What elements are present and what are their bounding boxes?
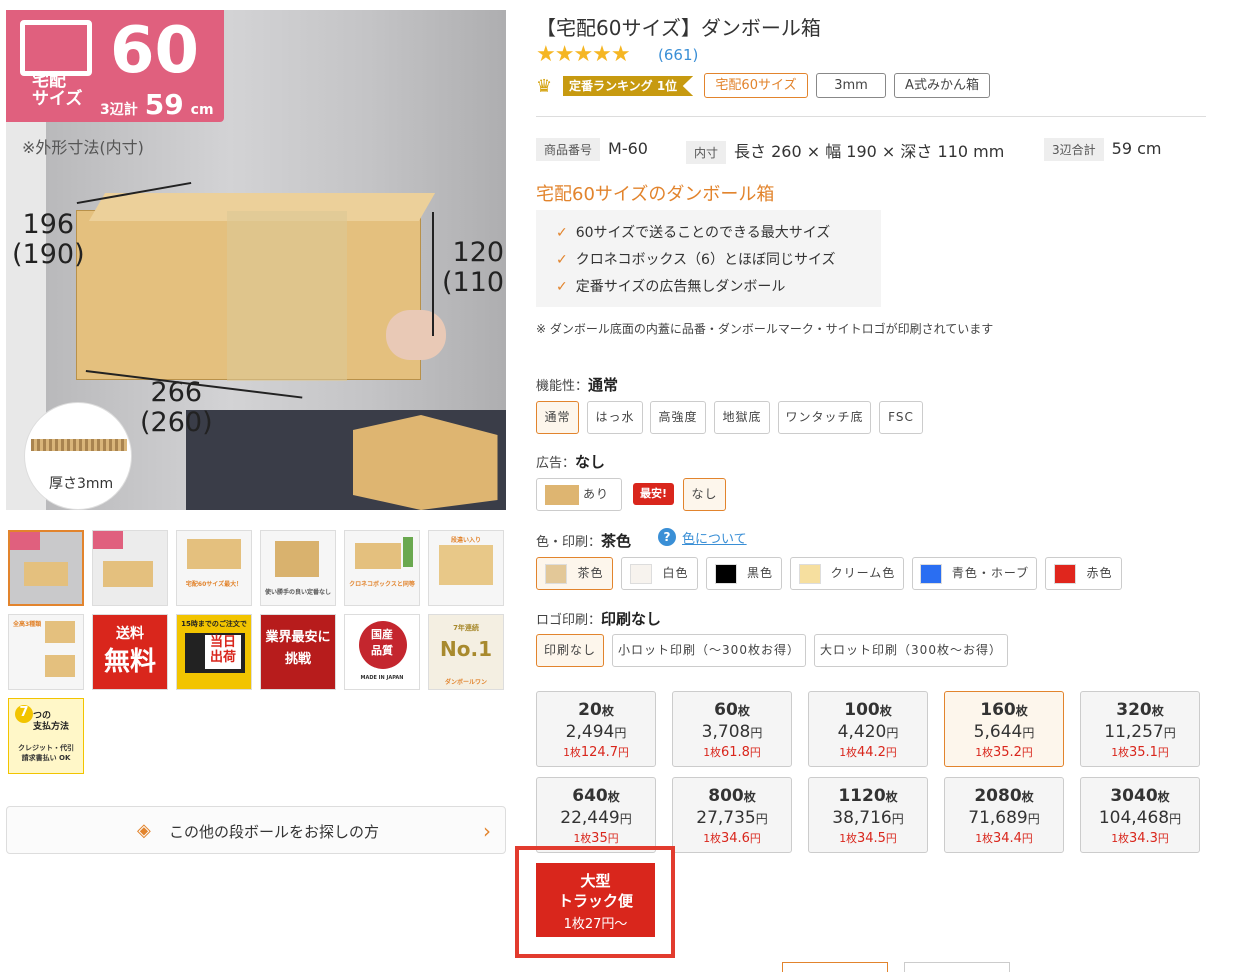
function-option-normal[interactable]: 通常 bbox=[536, 401, 579, 434]
function-option-waterproof[interactable]: はっ水 bbox=[587, 401, 643, 434]
thumbnail[interactable]: 7年連続 No.1 ダンボールワン bbox=[428, 614, 504, 690]
thumbnail[interactable]: 使い勝手の良い定番なし bbox=[260, 530, 336, 606]
color-option-black[interactable]: 黒色 bbox=[706, 557, 782, 590]
cheapest-badge: 最安! bbox=[633, 483, 675, 505]
thickness-badge: 厚さ3mm bbox=[24, 402, 132, 510]
search-other-label: この他の段ボールをお探しの方 bbox=[169, 823, 380, 841]
ad-option-label: 広告：なし bbox=[536, 453, 606, 471]
color-swatch bbox=[1054, 563, 1077, 584]
truck-label: 大型 トラック便 bbox=[557, 872, 633, 910]
price-option[interactable]: 20枚 2,494円 1枚124.7円 bbox=[536, 691, 656, 767]
dim-line-height bbox=[432, 212, 434, 336]
thumbnail[interactable]: クロネコボックスと同等 bbox=[344, 530, 420, 606]
color-help-link[interactable]: 色について bbox=[682, 528, 747, 547]
color-swatch bbox=[798, 563, 821, 584]
color-option-label: 色・印刷：茶色 bbox=[536, 532, 632, 550]
feature-item: ✓ 定番サイズの広告無しダンボール bbox=[556, 279, 786, 295]
price-option[interactable]: 100枚 4,420円 1枚44.2円 bbox=[808, 691, 928, 767]
color-option-cream[interactable]: クリーム色 bbox=[790, 557, 904, 590]
product-title: 【宅配60サイズ】ダンボール箱 bbox=[536, 16, 821, 40]
box-icon bbox=[20, 20, 92, 76]
print-note: ※ ダンボール底面の内蓋に品番・ダンボールマーク・サイトロゴが印刷されています bbox=[536, 322, 994, 336]
price-option[interactable]: 2080枚 71,689円 1枚34.4円 bbox=[944, 777, 1064, 853]
price-option[interactable]: 800枚 27,735円 1枚34.6円 bbox=[672, 777, 792, 853]
thumbnail[interactable]: 宅配60サイズ最大！ bbox=[176, 530, 252, 606]
thumbnail[interactable]: 送料 無料 bbox=[92, 614, 168, 690]
thumbnail[interactable]: 段違い入り bbox=[428, 530, 504, 606]
dim-depth: 196 (190) bbox=[12, 209, 85, 270]
price-option[interactable]: 3040枚 104,468円 1枚34.3円 bbox=[1080, 777, 1200, 853]
function-option-fsc[interactable]: FSC bbox=[879, 401, 923, 434]
ad-option-yes[interactable]: あり bbox=[536, 478, 622, 511]
color-option-white[interactable]: 白色 bbox=[621, 557, 698, 590]
truck-price: 1枚27円〜 bbox=[563, 917, 628, 932]
feature-item: ✓ クロネコボックス（6）とほぼ同じサイズ bbox=[556, 252, 836, 268]
thumbnail[interactable] bbox=[92, 530, 168, 606]
logo-option-small-lot[interactable]: 小ロット印刷（〜300枚お得） bbox=[612, 634, 806, 667]
search-other-boxes-button[interactable]: ◈ この他の段ボールをお探しの方 › bbox=[6, 806, 506, 854]
price-option[interactable]: 60枚 3,708円 1枚61.8円 bbox=[672, 691, 792, 767]
price-option[interactable]: 640枚 22,449円 1枚35円 bbox=[536, 777, 656, 853]
thumbnail[interactable]: 国産 品質 MADE IN JAPAN bbox=[344, 614, 420, 690]
main-product-image: 宅配 サイズ 60 3辺計 59 cm ※外形寸法(内寸) 196 (190) 1… bbox=[6, 10, 506, 510]
badge-delivery: 宅配 サイズ bbox=[32, 71, 83, 109]
check-icon: ✓ bbox=[556, 279, 568, 295]
size-badge: 宅配 サイズ 60 3辺計 59 cm bbox=[6, 10, 224, 122]
box-icon: ◈ bbox=[137, 820, 151, 841]
color-option-brown[interactable]: 茶色 bbox=[536, 557, 613, 590]
color-swatch bbox=[630, 563, 653, 584]
badge-total: 3辺計 59 cm bbox=[100, 88, 214, 121]
large-truck-button[interactable]: 大型 トラック便 1枚27円〜 bbox=[536, 863, 655, 937]
rating-stars: ★★★★★ bbox=[536, 42, 631, 67]
thumbnail[interactable] bbox=[8, 530, 84, 606]
feature-item: ✓ 60サイズで送ることのできる最大サイズ bbox=[556, 225, 831, 241]
tab-peek[interactable] bbox=[904, 962, 1010, 972]
ranking-badge: 定番ランキング 1位 bbox=[563, 76, 694, 96]
color-swatch bbox=[714, 563, 737, 584]
logo-option-large-lot[interactable]: 大ロット印刷（300枚〜お得） bbox=[814, 634, 1008, 667]
image-box bbox=[76, 193, 436, 381]
tag-type[interactable]: A式みかん箱 bbox=[894, 73, 990, 98]
function-option-bottom[interactable]: 地獄底 bbox=[714, 401, 770, 434]
color-swatch bbox=[919, 563, 942, 584]
thumbnail[interactable]: 7 つの 支払方法 クレジット・代引 請求書払い OK bbox=[8, 698, 84, 774]
thumbnail[interactable]: 業界最安に 挑戦 bbox=[260, 614, 336, 690]
spec-inner-size: 内寸 長さ 260 × 幅 190 × 深さ 110 mm bbox=[686, 138, 1004, 164]
badge-size: 60 bbox=[110, 14, 200, 88]
function-option-label: 機能性：通常 bbox=[536, 376, 619, 394]
box-thumbnail bbox=[545, 485, 579, 505]
price-option[interactable]: 320枚 11,257円 1枚35.1円 bbox=[1080, 691, 1200, 767]
ad-option-no[interactable]: なし bbox=[683, 478, 726, 511]
price-option[interactable]: 1120枚 38,716円 1枚34.5円 bbox=[808, 777, 928, 853]
dim-height: 120(110) bbox=[442, 237, 506, 298]
divider bbox=[536, 116, 1206, 117]
check-icon: ✓ bbox=[556, 252, 568, 268]
dim-width: 266 (260) bbox=[140, 377, 213, 438]
spec-code: 商品番号 M-60 bbox=[536, 138, 648, 161]
dimension-note: ※外形寸法(内寸) bbox=[22, 138, 144, 157]
review-count-link[interactable]: (661) bbox=[658, 46, 698, 64]
thumbnail[interactable]: 全高3種類 bbox=[8, 614, 84, 690]
help-icon[interactable]: ? bbox=[658, 528, 676, 546]
tag-size[interactable]: 宅配60サイズ bbox=[704, 73, 808, 98]
color-option-blue[interactable]: 青色・ホーブ bbox=[912, 557, 1037, 590]
price-option[interactable]: 160枚 5,644円 1枚35.2円 bbox=[944, 691, 1064, 767]
thumbnail[interactable]: 15時までのご注文で 当日 出荷 bbox=[176, 614, 252, 690]
tag-thickness[interactable]: 3mm bbox=[816, 73, 886, 98]
spec-total: 3辺合計 59 cm bbox=[1044, 138, 1161, 161]
function-option-strong[interactable]: 高強度 bbox=[650, 401, 706, 434]
logo-option-label: ロゴ印刷：印刷なし bbox=[536, 610, 662, 628]
chevron-right-icon: › bbox=[483, 819, 491, 843]
tab-peek[interactable] bbox=[782, 962, 888, 972]
color-option-red[interactable]: 赤色 bbox=[1045, 557, 1122, 590]
logo-option-none[interactable]: 印刷なし bbox=[536, 634, 604, 667]
product-subtitle: 宅配60サイズのダンボール箱 bbox=[536, 184, 775, 205]
check-icon: ✓ bbox=[556, 225, 568, 241]
color-swatch bbox=[545, 563, 568, 584]
function-option-onetouch[interactable]: ワンタッチ底 bbox=[778, 401, 871, 434]
crown-icon: ♛ bbox=[536, 76, 553, 97]
feature-list: ✓ 60サイズで送ることのできる最大サイズ ✓ クロネコボックス（6）とほぼ同じサイ… bbox=[536, 210, 881, 307]
image-hand bbox=[386, 310, 446, 360]
